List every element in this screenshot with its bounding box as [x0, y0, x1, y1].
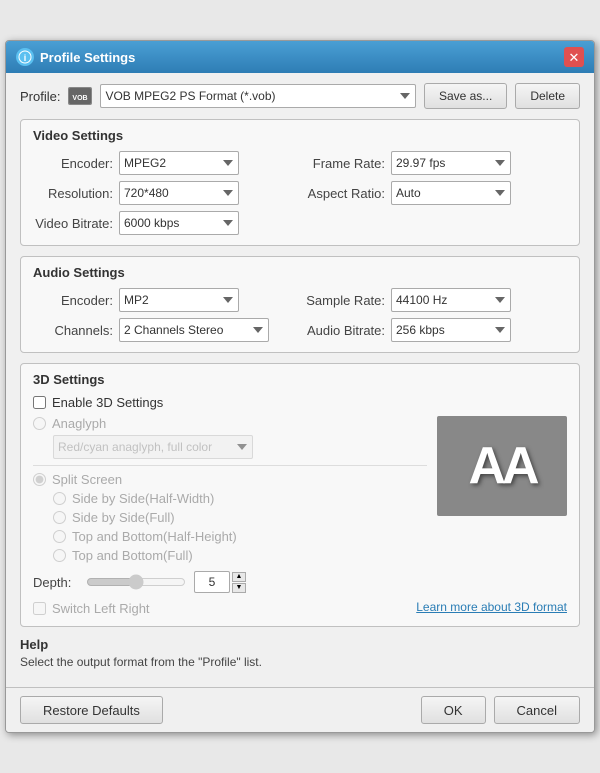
channels-select[interactable]: 2 Channels Stereo: [119, 318, 269, 342]
profile-row: Profile: VOB VOB MPEG2 PS Format (*.vob)…: [20, 83, 580, 109]
video-settings-grid: Encoder: MPEG2 Frame Rate: 29.97 fps Res…: [33, 151, 567, 205]
frame-rate-row: Frame Rate: 29.97 fps: [305, 151, 567, 175]
help-title: Help: [20, 637, 580, 652]
learn-more-link[interactable]: Learn more about 3D format: [416, 600, 567, 614]
switch-learn-row: Switch Left Right Learn more about 3D fo…: [33, 597, 567, 616]
profile-label: Profile:: [20, 89, 60, 104]
switch-left-right-label: Switch Left Right: [52, 601, 150, 616]
depth-value-control: ▲ ▼: [194, 571, 246, 593]
encoder-label: Encoder:: [33, 156, 113, 171]
3d-options-left: Anaglyph Red/cyan anaglyph, full color S…: [33, 416, 427, 567]
encoder-select[interactable]: MPEG2: [119, 151, 239, 175]
3d-layout: Anaglyph Red/cyan anaglyph, full color S…: [33, 416, 567, 567]
anaglyph-dropdown-row: Red/cyan anaglyph, full color: [53, 435, 427, 459]
profile-select[interactable]: VOB MPEG2 PS Format (*.vob): [100, 84, 415, 108]
anaglyph-label: Anaglyph: [52, 416, 106, 431]
enable-3d-row: Enable 3D Settings: [33, 395, 567, 410]
audio-encoder-label: Encoder:: [33, 293, 113, 308]
audio-encoder-select[interactable]: MP2: [119, 288, 239, 312]
profile-format-icon: VOB: [68, 87, 92, 105]
dialog-title: Profile Settings: [40, 50, 135, 65]
footer: Restore Defaults OK Cancel: [6, 687, 594, 732]
video-settings-title: Video Settings: [33, 128, 567, 143]
depth-number-input[interactable]: [194, 571, 230, 593]
side-full-radio[interactable]: [53, 511, 66, 524]
profile-settings-dialog: i Profile Settings ✕ Profile: VOB VOB MP…: [5, 40, 595, 733]
anaglyph-radio[interactable]: [33, 417, 46, 430]
side-half-radio[interactable]: [53, 492, 66, 505]
enable-3d-label: Enable 3D Settings: [52, 395, 163, 410]
anaglyph-type-select[interactable]: Red/cyan anaglyph, full color: [53, 435, 253, 459]
title-bar-left: i Profile Settings: [16, 48, 135, 66]
svg-text:i: i: [24, 53, 27, 63]
video-bitrate-select[interactable]: 6000 kbps: [119, 211, 239, 235]
split-screen-radio[interactable]: [33, 473, 46, 486]
audio-settings-section: Audio Settings Encoder: MP2 Sample Rate:…: [20, 256, 580, 353]
aspect-ratio-label: Aspect Ratio:: [305, 186, 385, 201]
help-text: Select the output format from the "Profi…: [20, 655, 580, 669]
help-section: Help Select the output format from the "…: [20, 637, 580, 669]
resolution-row: Resolution: 720*480: [33, 181, 295, 205]
top-full-radio-row: Top and Bottom(Full): [53, 548, 427, 563]
video-settings-section: Video Settings Encoder: MPEG2 Frame Rate…: [20, 119, 580, 246]
frame-rate-label: Frame Rate:: [305, 156, 385, 171]
sample-rate-row: Sample Rate: 44100 Hz: [305, 288, 567, 312]
top-full-label: Top and Bottom(Full): [72, 548, 193, 563]
depth-slider[interactable]: [86, 574, 186, 590]
save-as-button[interactable]: Save as...: [424, 83, 507, 109]
audio-bitrate-select[interactable]: 256 kbps: [391, 318, 511, 342]
video-bitrate-row: Video Bitrate: 6000 kbps: [33, 211, 567, 235]
encoder-row: Encoder: MPEG2: [33, 151, 295, 175]
ok-button[interactable]: OK: [421, 696, 486, 724]
video-bitrate-label: Video Bitrate:: [33, 216, 113, 231]
3d-settings-section: 3D Settings Enable 3D Settings Anaglyph …: [20, 363, 580, 627]
delete-button[interactable]: Delete: [515, 83, 580, 109]
restore-defaults-button[interactable]: Restore Defaults: [20, 696, 163, 724]
side-by-side-half-row: Side by Side(Half-Width) Side by Side(Fu…: [53, 491, 427, 563]
top-half-radio-row: Top and Bottom(Half-Height): [53, 529, 427, 544]
side-full-radio-row: Side by Side(Full): [53, 510, 427, 525]
3d-preview-box: AA: [437, 416, 567, 516]
audio-bitrate-label: Audio Bitrate:: [305, 323, 385, 338]
aspect-ratio-row: Aspect Ratio: Auto: [305, 181, 567, 205]
audio-encoder-row: Encoder: MP2: [33, 288, 295, 312]
depth-up-button[interactable]: ▲: [232, 572, 246, 582]
audio-settings-grid: Encoder: MP2 Sample Rate: 44100 Hz Chann…: [33, 288, 567, 342]
switch-row: Switch Left Right: [33, 601, 150, 616]
depth-down-button[interactable]: ▼: [232, 583, 246, 593]
top-half-radio[interactable]: [53, 530, 66, 543]
side-half-label: Side by Side(Half-Width): [72, 491, 214, 506]
app-icon: i: [16, 48, 34, 66]
svg-text:VOB: VOB: [73, 95, 88, 102]
depth-row: Depth: ▲ ▼: [33, 571, 567, 593]
title-bar: i Profile Settings ✕: [6, 41, 594, 73]
resolution-label: Resolution:: [33, 186, 113, 201]
channels-label: Channels:: [33, 323, 113, 338]
enable-3d-checkbox[interactable]: [33, 396, 46, 409]
audio-bitrate-row: Audio Bitrate: 256 kbps: [305, 318, 567, 342]
close-button[interactable]: ✕: [564, 47, 584, 67]
top-full-radio[interactable]: [53, 549, 66, 562]
side-half-radio-row: Side by Side(Half-Width): [53, 491, 427, 506]
aspect-ratio-select[interactable]: Auto: [391, 181, 511, 205]
sample-rate-label: Sample Rate:: [305, 293, 385, 308]
cancel-button[interactable]: Cancel: [494, 696, 580, 724]
channels-row: Channels: 2 Channels Stereo: [33, 318, 295, 342]
depth-label: Depth:: [33, 575, 78, 590]
anaglyph-row: Anaglyph: [33, 416, 427, 431]
side-full-label: Side by Side(Full): [72, 510, 175, 525]
audio-settings-title: Audio Settings: [33, 265, 567, 280]
resolution-select[interactable]: 720*480: [119, 181, 239, 205]
top-half-label: Top and Bottom(Half-Height): [72, 529, 237, 544]
depth-arrows: ▲ ▼: [232, 572, 246, 593]
preview-aa-text: AA: [468, 436, 535, 496]
footer-right-buttons: OK Cancel: [421, 696, 580, 724]
sample-rate-select[interactable]: 44100 Hz: [391, 288, 511, 312]
split-screen-row: Split Screen: [33, 472, 427, 487]
split-screen-label: Split Screen: [52, 472, 122, 487]
main-content: Profile: VOB VOB MPEG2 PS Format (*.vob)…: [6, 73, 594, 687]
switch-left-right-checkbox[interactable]: [33, 602, 46, 615]
3d-settings-title: 3D Settings: [33, 372, 567, 387]
frame-rate-select[interactable]: 29.97 fps: [391, 151, 511, 175]
